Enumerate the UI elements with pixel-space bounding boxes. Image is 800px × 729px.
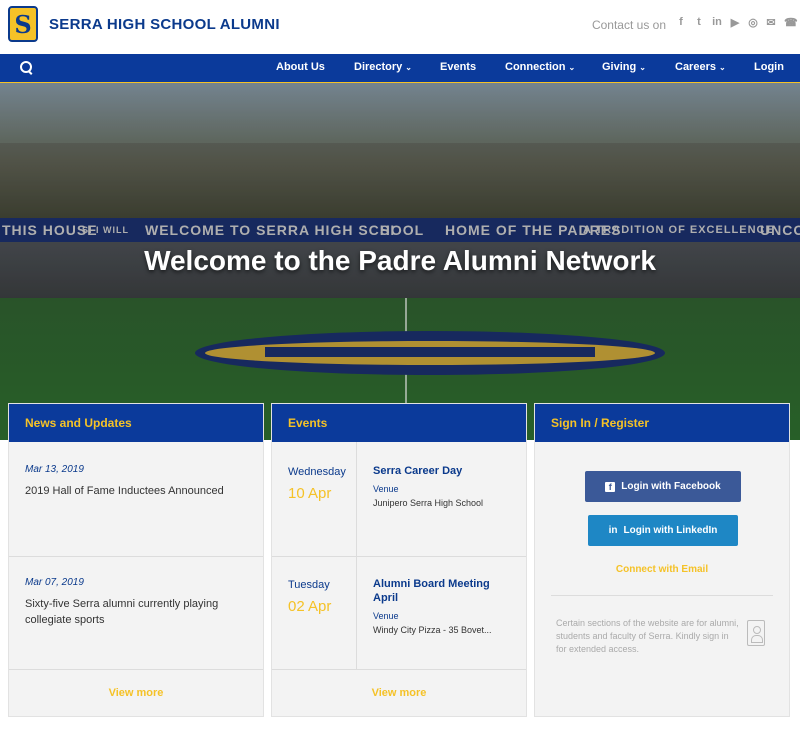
- nav-events[interactable]: Events: [440, 61, 476, 73]
- id-badge-icon: [747, 620, 765, 646]
- news-date: Mar 07, 2019: [25, 577, 84, 588]
- button-label: Login with LinkedIn: [623, 525, 718, 536]
- linkedin-icon: in: [608, 525, 618, 536]
- chevron-down-icon: ⌄: [405, 63, 412, 72]
- nav-careers[interactable]: Careers ⌄: [675, 61, 726, 73]
- button-label: Login with Facebook: [621, 481, 721, 492]
- divider: [551, 595, 773, 596]
- connect-email-link[interactable]: Connect with Email: [535, 564, 789, 575]
- login-facebook-button[interactable]: f Login with Facebook: [585, 471, 741, 502]
- top-header: S SERRA HIGH SCHOOL ALUMNI Contact us on…: [0, 0, 800, 54]
- signin-panel: Sign In / Register f Login with Facebook…: [534, 403, 790, 717]
- event-venue-label: Venue: [373, 484, 399, 494]
- event-title-link[interactable]: Serra Career Day: [373, 464, 513, 478]
- email-icon[interactable]: ✉: [766, 16, 776, 29]
- event-venue: Junipero Serra High School: [373, 498, 484, 508]
- school-logo[interactable]: S: [8, 6, 38, 42]
- event-day: Tuesday: [288, 579, 330, 591]
- event-venue-label: Venue: [373, 611, 399, 621]
- divider: [9, 556, 263, 557]
- instagram-icon[interactable]: ◎: [748, 16, 758, 29]
- event-date: 02 Apr: [288, 598, 332, 615]
- news-header: News and Updates: [9, 404, 263, 442]
- social-links: f t in ▶ ◎ ✉ ☎: [676, 16, 798, 29]
- chevron-down-icon: ⌄: [639, 63, 646, 72]
- nav-login[interactable]: Login: [754, 61, 784, 73]
- hero-image: THIS HOUSE SI I WILL WELCOME TO SERRA HI…: [0, 83, 800, 440]
- news-panel: News and Updates Mar 13, 2019 2019 Hall …: [8, 403, 264, 717]
- linkedin-icon[interactable]: in: [712, 16, 722, 29]
- youtube-icon[interactable]: ▶: [730, 16, 740, 29]
- events-view-more-link[interactable]: View more: [272, 687, 526, 699]
- twitter-icon[interactable]: t: [694, 16, 704, 29]
- events-header: Events: [272, 404, 526, 442]
- signin-note: Certain sections of the website are for …: [556, 618, 739, 654]
- site-title[interactable]: SERRA HIGH SCHOOL ALUMNI: [49, 16, 280, 33]
- hero-title: Welcome to the Padre Alumni Network: [144, 245, 656, 276]
- event-date: 10 Apr: [288, 485, 332, 502]
- login-linkedin-button[interactable]: in Login with LinkedIn: [588, 515, 738, 546]
- nav-connection[interactable]: Connection ⌄: [505, 61, 575, 73]
- main-nav: About Us Directory ⌄ Events Connection ⌄ G…: [0, 54, 800, 83]
- divider: [272, 669, 526, 670]
- news-item-link[interactable]: Sixty-five Serra alumni currently playin…: [25, 596, 245, 628]
- divider: [272, 556, 526, 557]
- news-item-link[interactable]: 2019 Hall of Fame Inductees Announced: [25, 483, 245, 499]
- divider: [9, 669, 263, 670]
- phone-icon[interactable]: ☎: [784, 16, 798, 29]
- event-venue: Windy City Pizza - 35 Bovet...: [373, 625, 492, 635]
- search-icon[interactable]: [20, 61, 34, 75]
- event-title-link[interactable]: Alumni Board Meeting April: [373, 577, 513, 605]
- facebook-icon: f: [605, 481, 616, 492]
- events-panel: Events Wednesday 10 Apr Serra Career Day…: [271, 403, 527, 717]
- facebook-icon[interactable]: f: [676, 16, 686, 29]
- nav-giving[interactable]: Giving ⌄: [602, 61, 646, 73]
- event-day: Wednesday: [288, 466, 346, 478]
- news-view-more-link[interactable]: View more: [9, 687, 263, 699]
- contact-label: Contact us on: [591, 18, 666, 32]
- signin-header: Sign In / Register: [535, 404, 789, 442]
- chevron-down-icon: ⌄: [718, 63, 726, 72]
- news-date: Mar 13, 2019: [25, 464, 84, 475]
- chevron-down-icon: ⌄: [568, 63, 576, 72]
- nav-about-us[interactable]: About Us: [276, 61, 325, 73]
- nav-directory[interactable]: Directory ⌄: [354, 61, 412, 73]
